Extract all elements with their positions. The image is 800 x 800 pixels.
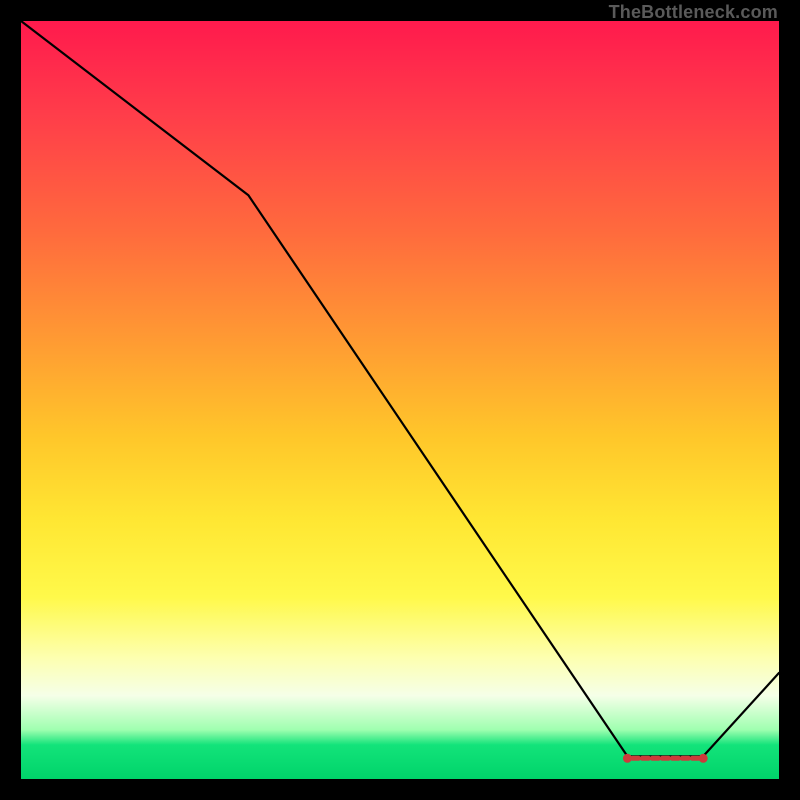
marker-dot — [623, 754, 632, 763]
chart-line-layer — [21, 21, 779, 779]
marker-dot — [699, 754, 708, 763]
attribution-label: TheBottleneck.com — [609, 2, 778, 23]
chart-frame: TheBottleneck.com — [0, 0, 800, 800]
marker-track — [623, 754, 708, 763]
bottleneck-curve — [21, 21, 779, 756]
chart-plot-area — [21, 21, 779, 779]
